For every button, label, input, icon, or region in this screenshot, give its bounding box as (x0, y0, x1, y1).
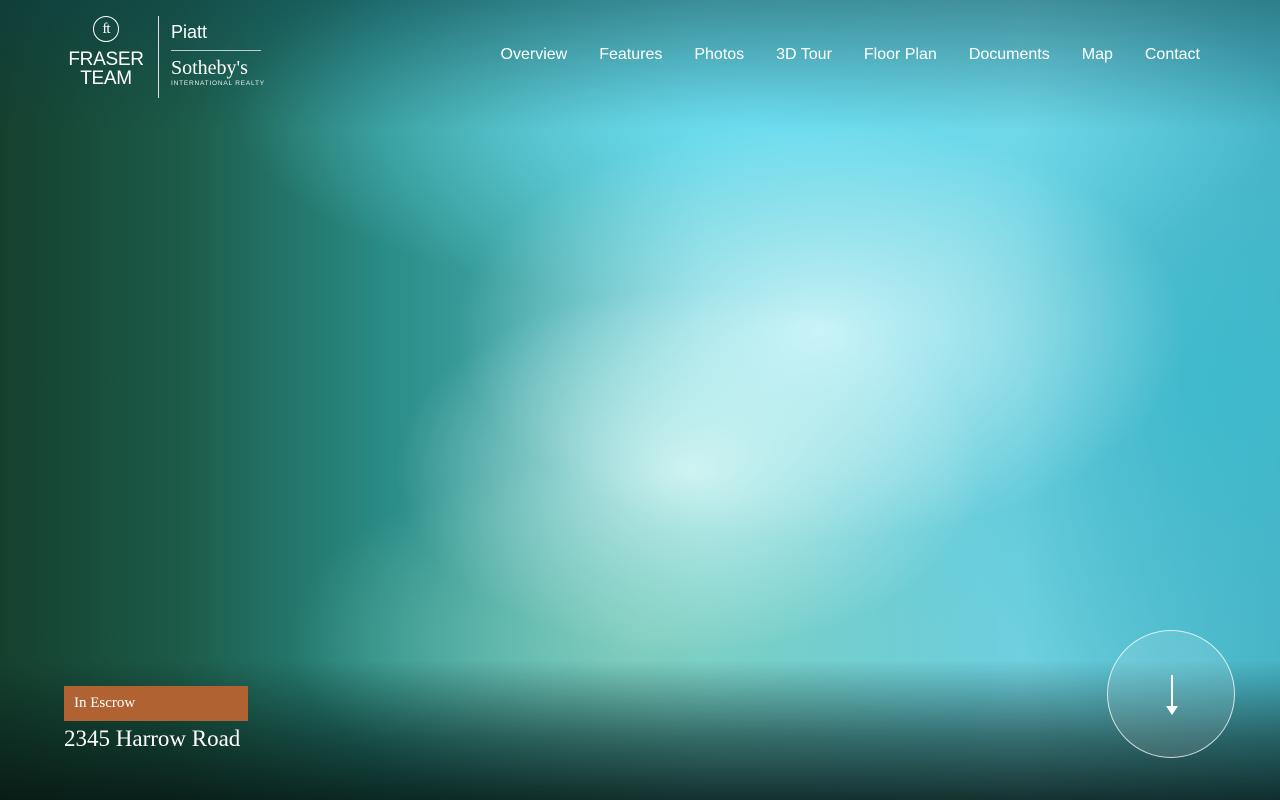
fraser-team-line2: TEAM (80, 68, 132, 89)
sothebys-logo: Piatt Sotheby's INTERNATIONAL REALTY (171, 16, 265, 89)
scroll-down-button[interactable] (1107, 630, 1235, 758)
logo-divider (158, 16, 159, 98)
nav-photos[interactable]: Photos (694, 45, 744, 65)
partner-intl-realty: INTERNATIONAL REALTY (171, 80, 265, 87)
hero-background (0, 0, 1280, 800)
nav-map[interactable]: Map (1082, 45, 1113, 65)
ft-monogram-icon: ft (93, 16, 119, 42)
partner-rule (171, 50, 261, 51)
nav-features[interactable]: Features (599, 45, 662, 65)
fraser-team-line1: FRASER (68, 49, 144, 70)
nav-floor-plan[interactable]: Floor Plan (864, 45, 937, 65)
nav-overview[interactable]: Overview (501, 45, 568, 65)
ft-monogram-text: ft (102, 20, 110, 37)
fraser-team-name: FRASER TEAM (68, 49, 144, 89)
fraser-team-logo: ft FRASER TEAM (64, 16, 148, 88)
status-badge: In Escrow (64, 686, 248, 721)
nav-documents[interactable]: Documents (969, 45, 1050, 65)
main-nav: Overview Features Photos 3D Tour Floor P… (501, 45, 1200, 65)
partner-sothebys: Sotheby's (171, 57, 248, 79)
nav-3d-tour[interactable]: 3D Tour (776, 45, 832, 65)
nav-contact[interactable]: Contact (1145, 45, 1200, 65)
brand-logo[interactable]: ft FRASER TEAM Piatt Sotheby's INTERNATI… (64, 16, 265, 100)
partner-piatt: Piatt (171, 22, 208, 42)
arrow-down-icon (1166, 675, 1178, 715)
property-address: 2345 Harrow Road (64, 726, 241, 751)
